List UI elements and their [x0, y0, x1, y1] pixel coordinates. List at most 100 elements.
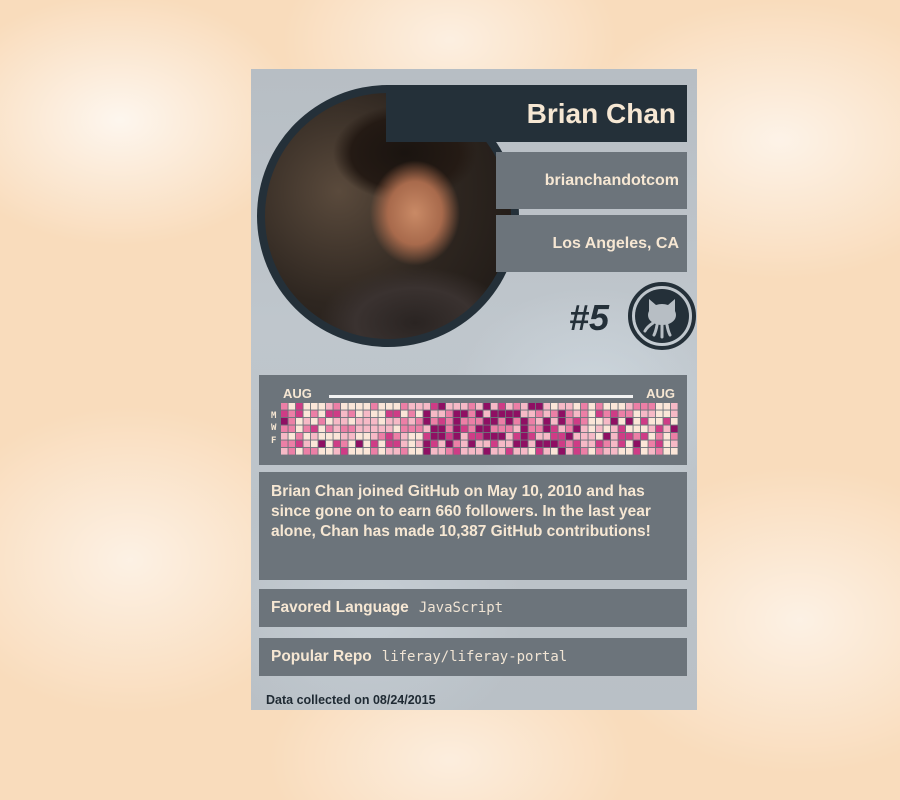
contribution-cell — [513, 403, 521, 410]
contribution-cell — [363, 440, 371, 448]
contribution-cell — [551, 418, 558, 425]
contribution-cell — [461, 433, 468, 440]
contribution-cell — [566, 403, 573, 410]
contribution-cell — [506, 433, 513, 440]
contribution-cell — [506, 410, 513, 418]
contribution-cell — [611, 448, 618, 455]
contribution-cell — [536, 410, 543, 418]
contribution-cell — [528, 448, 536, 455]
contribution-cell — [528, 425, 536, 433]
contribution-cell — [656, 433, 663, 440]
contribution-cell — [483, 425, 491, 433]
contribution-cell — [393, 425, 401, 433]
contribution-cell — [671, 403, 678, 410]
contribution-cell — [401, 433, 408, 440]
contribution-cell — [573, 410, 581, 418]
contribution-cell — [521, 440, 528, 448]
contribution-cell — [633, 410, 641, 418]
contribution-cell — [408, 418, 416, 425]
contribution-cell — [453, 418, 461, 425]
contribution-cell — [446, 403, 453, 410]
contribution-cell — [438, 418, 446, 425]
contribution-cell — [468, 448, 476, 455]
contribution-cell — [551, 403, 558, 410]
contribution-cell — [318, 403, 326, 410]
contribution-cell — [461, 448, 468, 455]
contribution-cell — [521, 433, 528, 440]
contribution-cell — [423, 418, 431, 425]
contribution-cell — [393, 410, 401, 418]
contribution-cell — [588, 410, 596, 418]
contribution-cell — [648, 440, 656, 448]
contribution-cell — [663, 403, 671, 410]
contribution-cell — [603, 410, 611, 418]
contribution-cell — [603, 403, 611, 410]
contribution-cell — [468, 433, 476, 440]
contribution-cell — [521, 403, 528, 410]
contribution-cell — [468, 403, 476, 410]
contribution-cell — [641, 403, 648, 410]
contribution-cell — [431, 448, 438, 455]
contribution-cell — [498, 425, 506, 433]
contribution-cell — [633, 403, 641, 410]
contribution-cell — [461, 418, 468, 425]
contribution-cell — [513, 425, 521, 433]
contribution-cell — [446, 410, 453, 418]
contribution-cell — [333, 440, 341, 448]
contribution-cell — [618, 433, 626, 440]
contribution-cell — [648, 410, 656, 418]
profile-username: brianchandotcom — [544, 171, 679, 189]
contribution-cell — [551, 410, 558, 418]
contribution-cell — [491, 425, 498, 433]
contribution-cell — [288, 448, 296, 455]
contribution-cell — [581, 433, 588, 440]
contribution-cell — [521, 410, 528, 418]
contribution-cell — [446, 448, 453, 455]
contribution-cell — [573, 403, 581, 410]
contribution-cell — [626, 433, 633, 440]
location-box: Los Angeles, CA — [496, 215, 687, 272]
contribution-cell — [281, 448, 288, 455]
contribution-cell — [596, 418, 603, 425]
contribution-cell — [303, 418, 311, 425]
contribution-cell — [288, 403, 296, 410]
contribution-cell — [438, 448, 446, 455]
contribution-cell — [348, 418, 356, 425]
contribution-cell — [453, 410, 461, 418]
contribution-cell — [453, 433, 461, 440]
contribution-cell — [378, 403, 386, 410]
contribution-cell — [581, 448, 588, 455]
contribution-cell — [603, 433, 611, 440]
octocat-icon — [628, 282, 696, 350]
contribution-cell — [431, 418, 438, 425]
contribution-cell — [401, 425, 408, 433]
bio-panel: Brian Chan joined GitHub on May 10, 2010… — [259, 472, 687, 580]
contribution-cell — [453, 440, 461, 448]
contribution-cell — [663, 425, 671, 433]
contribution-cell — [318, 440, 326, 448]
contribution-cell — [618, 410, 626, 418]
contribution-cell — [611, 433, 618, 440]
contribution-cell — [438, 440, 446, 448]
contribution-cell — [303, 433, 311, 440]
contribution-cell — [461, 440, 468, 448]
contribution-cell — [528, 403, 536, 410]
contribution-cell — [378, 410, 386, 418]
contribution-cell — [333, 425, 341, 433]
contribution-cell — [408, 433, 416, 440]
contribution-cell — [566, 425, 573, 433]
contribution-cell — [663, 433, 671, 440]
contribution-cell — [311, 448, 318, 455]
contribution-cell — [296, 448, 303, 455]
contribution-cell — [386, 425, 393, 433]
contribution-cell — [296, 440, 303, 448]
contribution-cell — [506, 440, 513, 448]
contribution-cell — [378, 425, 386, 433]
contribution-cell — [566, 418, 573, 425]
contribution-cell — [333, 433, 341, 440]
contribution-cell — [498, 440, 506, 448]
contribution-cell — [626, 425, 633, 433]
contribution-cell — [596, 410, 603, 418]
contribution-cell — [341, 440, 348, 448]
contribution-cell — [483, 433, 491, 440]
